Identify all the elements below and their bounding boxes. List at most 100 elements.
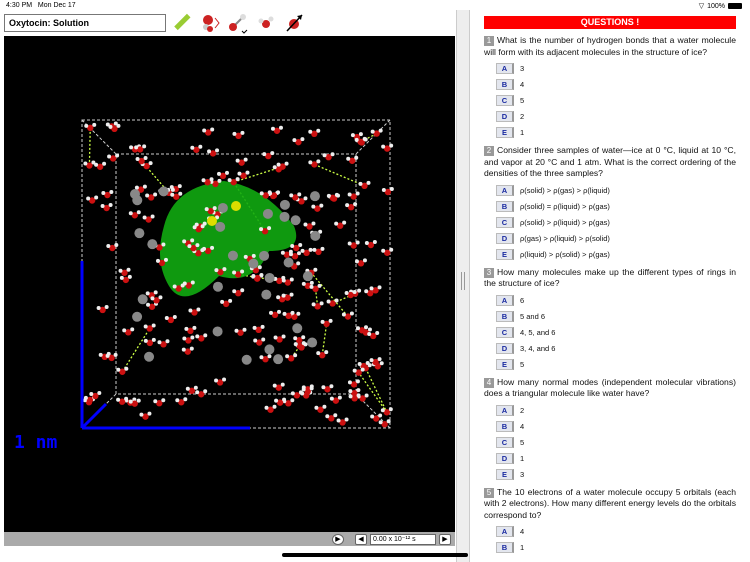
answer-button-e[interactable]: E — [496, 468, 514, 480]
answer-button-c[interactable]: C — [496, 216, 514, 228]
hydrogen-atom — [389, 247, 394, 252]
answer-text: 1 — [520, 543, 525, 552]
hydrogen-atom — [136, 398, 141, 403]
answer-button-c[interactable]: C — [496, 95, 514, 106]
answer-button-d[interactable]: D — [496, 111, 514, 122]
question: 2 Consider three samples of water—ice at … — [484, 145, 736, 260]
carbon-atom — [217, 202, 228, 213]
dipole-icon[interactable] — [284, 12, 304, 34]
molecule-viewport[interactable]: 1 nm — [4, 36, 455, 532]
hydrogen-bond — [358, 372, 388, 413]
hydrogen-atom — [313, 267, 318, 272]
answer-button-c[interactable]: C — [496, 436, 514, 448]
hydrogen-atom — [108, 124, 113, 129]
answer-button-b[interactable]: B — [496, 79, 514, 90]
hydrogen-atom — [232, 131, 237, 136]
hydrogen-atom — [240, 269, 245, 274]
hydrogen-atom — [324, 350, 329, 355]
hydrogen-atom — [113, 352, 118, 357]
answer-button-d[interactable]: D — [496, 232, 514, 244]
drag-handle[interactable] — [461, 272, 465, 290]
hydrogen-atom — [322, 404, 327, 409]
answer-option: A3 — [496, 63, 736, 74]
hydrogen-atom — [202, 128, 207, 133]
hydrogen-atom — [362, 258, 367, 263]
hydrogen-atom — [375, 330, 380, 335]
simulation-title[interactable]: Oxytocin: Solution — [4, 14, 166, 32]
answer-button-a[interactable]: A — [496, 184, 514, 196]
hydrogen-atom — [337, 395, 342, 400]
hydrogen-atom — [142, 215, 147, 220]
step-back-button[interactable]: ◀ — [355, 533, 367, 545]
hydrogen-atom — [301, 341, 306, 346]
hydrogen-atom — [217, 171, 222, 176]
hydrogen-atom — [104, 304, 109, 309]
hydrogen-atom — [354, 259, 359, 264]
rotate-molecule-icon[interactable] — [200, 12, 220, 34]
play-button[interactable]: ▶ — [332, 533, 344, 545]
hydrogen-atom — [260, 324, 265, 329]
answer-text: 4 — [520, 527, 525, 536]
question-text: 1 What is the number of hydrogen bonds th… — [484, 35, 736, 58]
answer-button-b[interactable]: B — [496, 200, 514, 212]
hydrogen-atom — [209, 177, 214, 182]
hydrogen-atom — [272, 404, 277, 409]
answer-button-a[interactable]: A — [496, 526, 514, 537]
answer-text: 3 — [520, 64, 525, 73]
molecular-scene[interactable]: 1 nm — [4, 36, 455, 532]
hydrogen-atom — [303, 196, 308, 201]
hydrogen-atom — [370, 414, 375, 419]
hydrogen-atom — [124, 396, 129, 401]
hydrogen-atom — [378, 420, 383, 425]
answer-option: D 3, 4, and 6 — [496, 342, 736, 354]
answer-button-e[interactable]: E — [496, 358, 514, 370]
hydrogen-atom — [300, 137, 305, 142]
answer-button-a[interactable]: A — [496, 294, 514, 306]
hydrogen-atom — [355, 240, 360, 245]
hydrogen-atom — [389, 187, 394, 192]
hydrogen-atom — [386, 419, 391, 424]
hydrogen-atom — [190, 145, 195, 150]
hydrogen-atom — [377, 285, 382, 290]
answer-button-a[interactable]: A — [496, 404, 514, 416]
hydrogen-atom — [182, 239, 187, 244]
answer-button-e[interactable]: E — [496, 248, 514, 260]
hydrogen-atom — [308, 160, 313, 165]
battery-level: 100% — [707, 2, 725, 10]
answer-text: 6 — [520, 295, 525, 305]
hydrogen-atom — [214, 378, 219, 383]
panel-divider[interactable] — [456, 10, 470, 562]
question-body: How many normal modes (independent molec… — [484, 376, 736, 399]
hydrogen-atom — [102, 161, 107, 166]
hydrogen-atom — [220, 299, 225, 304]
answer-button-d[interactable]: D — [496, 342, 514, 354]
hydrogen-atom — [196, 307, 201, 312]
answer-button-b[interactable]: B — [496, 420, 514, 432]
answer-text: ρ(gas) > ρ(liquid) > ρ(solid) — [520, 233, 610, 243]
answer-button-d[interactable]: D — [496, 452, 514, 464]
hydrogen-atom — [98, 352, 103, 357]
hydrogen-atom — [290, 244, 295, 249]
hydrogen-atom — [143, 338, 148, 343]
bond-icon[interactable] — [228, 12, 248, 34]
hydrogen-atom — [269, 310, 274, 315]
carbon-atom — [144, 351, 155, 362]
hydrogen-atom — [316, 159, 321, 164]
answer-button-e[interactable]: E — [496, 127, 514, 138]
answer-button-b[interactable]: B — [496, 542, 514, 553]
hydrogen-bond — [88, 127, 91, 166]
answer-button-c[interactable]: C — [496, 326, 514, 338]
water-molecule-icon[interactable] — [256, 12, 276, 34]
answer-option: Bρ(solid) = ρ(liquid) > ρ(gas) — [496, 200, 736, 212]
hydrogen-atom — [170, 192, 175, 197]
answer-button-a[interactable]: A — [496, 63, 514, 74]
question: 5 The 10 electrons of a water molecule oc… — [484, 486, 736, 553]
hydrogen-atom — [192, 325, 197, 330]
ruler-icon[interactable] — [172, 12, 192, 34]
answer-button-b[interactable]: B — [496, 310, 514, 322]
carbon-atom — [273, 354, 284, 365]
question-body: The 10 electrons of a water molecule occ… — [484, 486, 736, 520]
question-text: 3 How many molecules make up the differen… — [484, 267, 736, 290]
hydrogen-atom — [119, 275, 124, 280]
step-forward-button[interactable]: ▶ — [439, 533, 451, 545]
